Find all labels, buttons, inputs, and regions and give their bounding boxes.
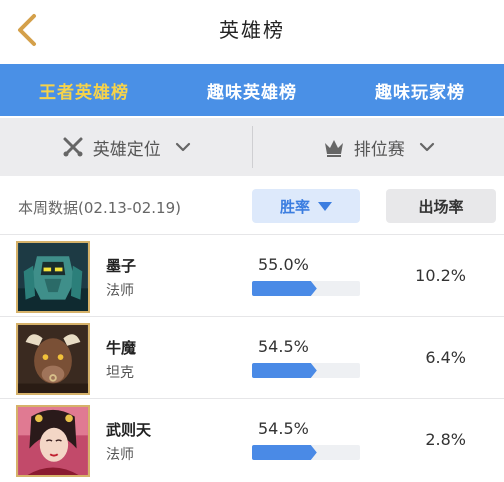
tab-king-hero-ranking[interactable]: 王者英雄榜 xyxy=(0,64,168,116)
hero-role: 法师 xyxy=(106,447,134,463)
win-rate: 54.5% xyxy=(258,337,309,356)
win-rate: 54.5% xyxy=(258,419,309,438)
hero-list: 墨子 法师 55.0% 10.2% 牛魔 坦克 54.5% 6.4% 武则天 法… xyxy=(0,234,504,480)
empress-portrait-icon xyxy=(18,407,88,475)
header: 英雄榜 xyxy=(0,0,504,62)
hero-avatar xyxy=(16,323,90,395)
hero-role: 坦克 xyxy=(106,365,134,381)
week-date-range: 本周数据(02.13-02.19) xyxy=(18,199,182,217)
crossed-swords-icon xyxy=(63,137,83,157)
tab-fun-hero-ranking[interactable]: 趣味英雄榜 xyxy=(168,64,336,116)
sort-by-appearance-button[interactable]: 出场率 xyxy=(386,189,496,223)
hero-name: 牛魔 xyxy=(106,339,137,357)
hero-name: 武则天 xyxy=(106,421,152,439)
sort-by-win-rate-button[interactable]: 胜率 xyxy=(252,189,360,223)
appearance-rate: 10.2% xyxy=(415,266,466,285)
win-rate-bar-fill xyxy=(252,363,317,378)
hero-role-filter-label: 英雄定位 xyxy=(92,139,161,160)
hero-name: 墨子 xyxy=(106,257,137,275)
win-rate-bar xyxy=(252,445,360,460)
hero-avatar xyxy=(16,405,90,477)
chevron-down-icon xyxy=(419,142,434,152)
crown-icon xyxy=(324,140,343,157)
win-rate-bar xyxy=(252,363,360,378)
hero-avatar xyxy=(16,241,90,313)
sort-appear-label: 出场率 xyxy=(418,197,464,216)
win-rate-bar-fill xyxy=(252,445,317,460)
page-title: 英雄榜 xyxy=(219,18,285,42)
sort-win-label: 胜率 xyxy=(279,197,310,216)
robot-mage-portrait-icon xyxy=(18,243,88,311)
hero-row[interactable]: 武则天 法师 54.5% 2.8% xyxy=(0,398,504,480)
hero-role: 法师 xyxy=(106,283,134,299)
win-rate-bar xyxy=(252,281,360,296)
hero-role-filter[interactable]: 英雄定位 xyxy=(0,118,252,176)
tab-fun-player-ranking[interactable]: 趣味玩家榜 xyxy=(336,64,504,116)
filter-bar: 英雄定位 排位赛 xyxy=(0,118,504,176)
win-rate: 55.0% xyxy=(258,255,309,274)
win-rate-bar-fill xyxy=(252,281,317,296)
bull-demon-portrait-icon xyxy=(18,325,88,393)
appearance-rate: 2.8% xyxy=(425,430,466,449)
hero-row[interactable]: 牛魔 坦克 54.5% 6.4% xyxy=(0,316,504,398)
appearance-rate: 6.4% xyxy=(425,348,466,367)
sort-bar: 本周数据(02.13-02.19) 胜率 出场率 xyxy=(0,182,504,232)
chevron-down-icon xyxy=(175,142,190,152)
sort-desc-triangle-icon xyxy=(318,201,332,211)
ranked-mode-filter-label: 排位赛 xyxy=(353,139,405,160)
hero-row[interactable]: 墨子 法师 55.0% 10.2% xyxy=(0,234,504,316)
ranked-mode-filter[interactable]: 排位赛 xyxy=(253,118,504,176)
tab-bar: 王者英雄榜 趣味英雄榜 趣味玩家榜 xyxy=(0,64,504,116)
